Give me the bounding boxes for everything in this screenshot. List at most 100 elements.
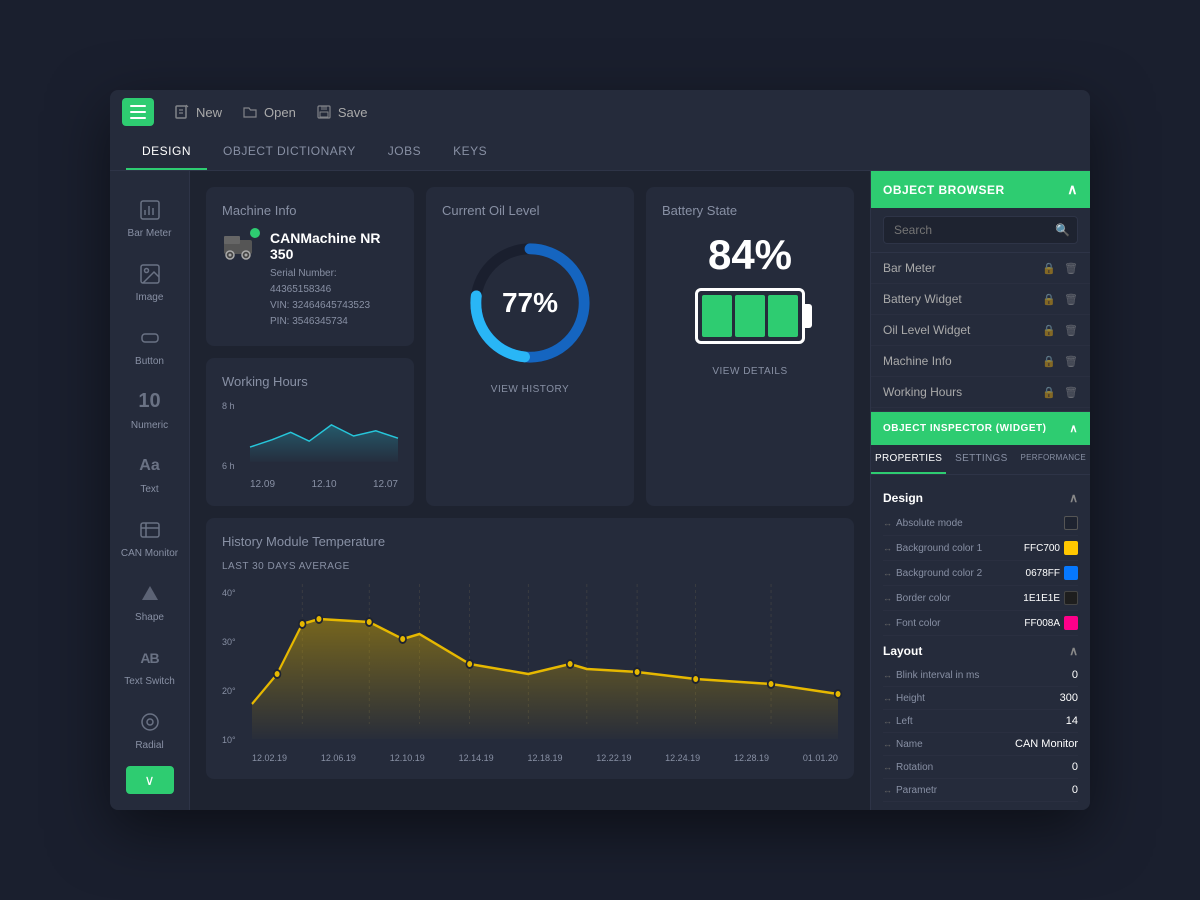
main-layout: Bar Meter Image Button 10 Numeric Aa T [110,171,1090,810]
content-area: Machine Info [190,171,870,810]
obj-item-actions: 🔒 🗑 [1042,262,1078,275]
text-icon: Aa [136,452,164,480]
toolbar: New Open Save [110,90,1090,134]
inspector-row-font: ↔ Font color FF008A [883,611,1078,636]
working-hours-chart-svg [222,401,398,471]
battery-body [695,288,805,344]
sidebar-item-text-switch[interactable]: AB Text Switch [118,635,182,695]
app-container: New Open Save DESIGN OBJECT DICTIONARY J… [110,90,1090,810]
sidebar-item-label-image: Image [136,292,164,303]
tab-keys[interactable]: KEYS [437,134,503,170]
gauge-value: 77% [502,287,558,319]
object-browser-header[interactable]: OBJECT BROWSER ∧ [871,171,1090,208]
sidebar-item-text[interactable]: Aa Text [118,443,182,503]
machine-status-dot [250,228,260,238]
inspector-row-name: ↔ Name CAN Monitor [883,733,1078,756]
chevron-up-icon-design: ∧ [1069,491,1078,505]
value-font[interactable]: FF008A [1024,616,1078,630]
sidebar-item-can-monitor[interactable]: CAN Monitor [118,507,182,567]
list-item[interactable]: Working Hours 🔒 🗑 [871,377,1090,408]
value-border[interactable]: 1E1E1E [1023,591,1078,605]
new-button[interactable]: New [174,104,222,120]
label-font: ↔ Font color [883,618,940,629]
delete-icon[interactable]: 🗑 [1064,386,1078,399]
value-bg1[interactable]: FFC700 [1024,541,1078,555]
sidebar-item-shape[interactable]: Shape [118,571,182,631]
delete-icon[interactable]: 🗑 [1064,293,1078,306]
view-details-link[interactable]: VIEW DETAILS [662,366,838,377]
delete-icon[interactable]: 🗑 [1064,324,1078,337]
inspector-tab-properties[interactable]: PROPERTIES [871,445,946,474]
menu-button[interactable] [122,98,154,126]
sidebar-item-label-button: Button [135,356,164,367]
machine-info-title: Machine Info [222,203,398,218]
label-bg2: ↔ Background color 2 [883,568,982,579]
battery-percent: 84% [708,234,792,276]
color-swatch-font [1064,616,1078,630]
prop-icon: ↔ [883,568,892,578]
checkbox-absolute[interactable] [1064,516,1078,530]
machine-pin: PIN: 3546345734 [270,314,398,330]
sidebar-item-numeric[interactable]: 10 Numeric [118,379,182,439]
list-item[interactable]: Machine Info 🔒 🗑 [871,346,1090,377]
open-icon [242,104,258,120]
button-icon [136,324,164,352]
obj-item-actions: 🔒 🗑 [1042,293,1078,306]
value-left: 14 [1066,715,1078,727]
lock-icon[interactable]: 🔒 [1042,293,1056,306]
lock-icon[interactable]: 🔒 [1042,324,1056,337]
sidebar-item-label-text: Text [140,484,158,495]
sidebar-item-image[interactable]: Image [118,251,182,311]
delete-icon[interactable]: 🗑 [1064,355,1078,368]
list-item[interactable]: Battery Widget 🔒 🗑 [871,284,1090,315]
sidebar-item-button[interactable]: Button [118,315,182,375]
sidebar-item-label-radial: Radial [135,740,163,751]
delete-icon[interactable]: 🗑 [1064,262,1078,275]
obj-item-name-bar-meter: Bar Meter [883,261,1042,275]
save-button[interactable]: Save [316,104,368,120]
list-item[interactable]: Oil Level Widget 🔒 🗑 [871,315,1090,346]
value-blink: 0 [1072,669,1078,681]
object-browser-title: OBJECT BROWSER [883,183,1005,197]
view-history-link[interactable]: VIEW HISTORY [442,384,618,395]
tab-design[interactable]: DESIGN [126,134,207,170]
wh-y-axis: 8 h 6 h [222,401,235,471]
inspector-tab-performance[interactable]: PERFORMANCE [1016,445,1090,474]
label-parametr: ↔ Parametr [883,785,937,796]
right-panel: OBJECT BROWSER ∧ 🔍 Bar Meter 🔒 🗑 [870,171,1090,810]
image-icon [136,260,164,288]
prop-icon: ↔ [883,543,892,553]
open-button[interactable]: Open [242,104,296,120]
search-icon: 🔍 [1055,223,1070,237]
machine-info-content: CANMachine NR 350 Serial Number: 4436515… [222,230,398,330]
list-item[interactable]: Bar Meter 🔒 🗑 [871,253,1090,284]
inspector-row-bg1: ↔ Background color 1 FFC700 [883,536,1078,561]
sidebar-item-label-numeric: Numeric [131,420,168,431]
search-input[interactable] [883,216,1078,244]
chevron-up-icon-inspector: ∧ [1069,422,1078,435]
inspector-row-left: ↔ Left 14 [883,710,1078,733]
battery-container: 84% [662,230,838,358]
label-border: ↔ Border color [883,593,950,604]
sidebar-expand-button[interactable]: ∨ [126,766,174,794]
prop-icon: ↔ [883,716,892,726]
prop-icon: ↔ [883,693,892,703]
label-name: ↔ Name [883,739,923,750]
history-subtitle: LAST 30 DAYS AVERAGE [222,561,838,572]
shape-icon [136,580,164,608]
sidebar-item-bar-meter[interactable]: Bar Meter [118,187,182,247]
inspector-tab-settings[interactable]: SETTINGS [946,445,1016,474]
object-inspector-header[interactable]: OBJECT INSPECTOR (WIDGET) ∧ [871,411,1090,445]
tab-object-dictionary[interactable]: OBJECT DICTIONARY [207,134,372,170]
sidebar: Bar Meter Image Button 10 Numeric Aa T [110,171,190,810]
lock-icon[interactable]: 🔒 [1042,262,1056,275]
battery-cell-3 [768,295,798,337]
obj-item-name-machine: Machine Info [883,354,1042,368]
object-list: Bar Meter 🔒 🗑 Battery Widget 🔒 🗑 Oil Lev… [871,253,1090,411]
sidebar-item-radial[interactable]: Radial [118,699,182,759]
value-bg2[interactable]: 0678FF [1026,566,1078,580]
lock-icon[interactable]: 🔒 [1042,355,1056,368]
tab-jobs[interactable]: JOBS [372,134,437,170]
machine-details: CANMachine NR 350 Serial Number: 4436515… [270,230,398,330]
lock-icon[interactable]: 🔒 [1042,386,1056,399]
